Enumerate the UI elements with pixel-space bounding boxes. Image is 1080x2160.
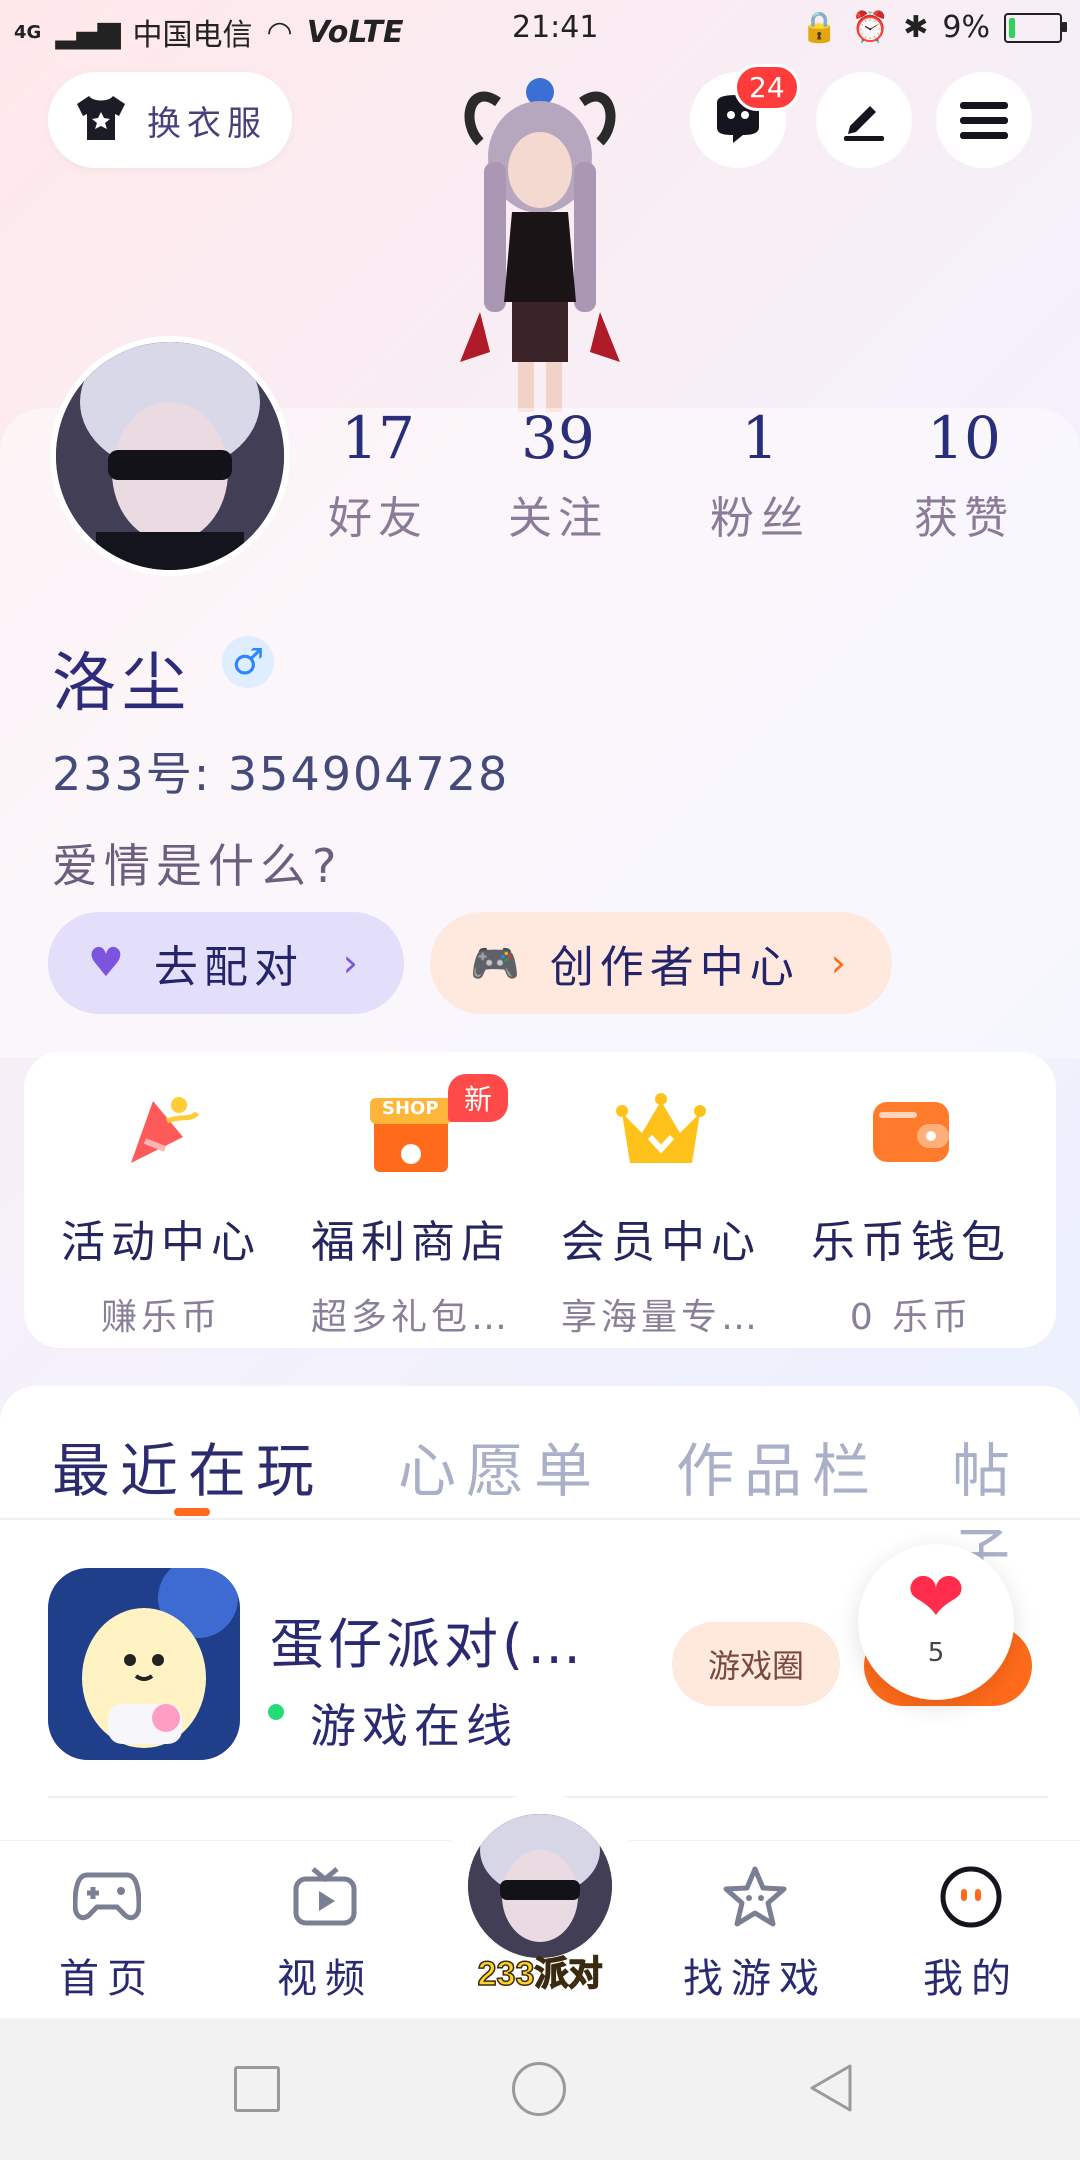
nav-party-avatar[interactable] <box>468 1814 612 1958</box>
change-clothes-button[interactable]: 换衣服 <box>48 72 292 168</box>
shop-sign-text: SHOP <box>382 1098 439 1119</box>
online-indicator <box>268 1704 284 1720</box>
nav-label: 我的 <box>923 1956 1019 2002</box>
wifi-icon: ◠ <box>266 14 293 50</box>
profile-avatar[interactable] <box>50 336 290 576</box>
game-title[interactable]: 蛋仔派对(… <box>270 1600 585 1679</box>
nav-label: 找游戏 <box>683 1956 827 2002</box>
gamepad-icon: 🎮 <box>470 940 526 987</box>
status-time: 21:41 <box>512 10 599 45</box>
nav-home[interactable]: 首页 <box>32 1862 182 2004</box>
gamepad-nav-icon <box>32 1862 182 1932</box>
network-type: 4G <box>14 21 42 43</box>
quick-title: 会员中心 <box>561 1217 761 1268</box>
stat-value: 10 <box>927 404 1001 472</box>
creator-center-button[interactable]: 🎮 创作者中心 › <box>430 912 892 1014</box>
quick-subtitle: 享海量专… <box>560 1297 761 1338</box>
quick-subtitle: 超多礼包… <box>310 1297 511 1338</box>
hamburger-icon <box>960 102 1008 139</box>
nav-me[interactable]: 我的 <box>896 1862 1046 2004</box>
nav-find-games[interactable]: 找游戏 <box>680 1862 830 2004</box>
battery-icon <box>1004 12 1067 43</box>
like-bubble[interactable]: ❤ 5 <box>858 1544 1014 1700</box>
heart-pair-icon: ♥ <box>88 940 130 986</box>
star-face-icon <box>680 1862 830 1932</box>
lock-icon: 🔒 <box>800 10 838 45</box>
volte-label: VoLTE <box>306 14 404 50</box>
crown-icon <box>536 1086 786 1176</box>
tv-play-icon <box>250 1862 400 1932</box>
stat-label: 关注 <box>508 493 608 544</box>
new-tag-badge: 新 <box>448 1074 509 1122</box>
status-left: 4G ▂▄▆ 中国电信 ◠ VoLTE <box>14 10 403 54</box>
system-navigation-bar <box>0 2018 1080 2160</box>
status-bar: 4G ▂▄▆ 中国电信 ◠ VoLTE 21:41 🔒 ⏰ ✱ 9% <box>0 0 1080 60</box>
stat-value: 1 <box>741 404 779 472</box>
stat-fans[interactable]: 1 粉丝 <box>680 404 840 546</box>
nav-video[interactable]: 视频 <box>250 1862 400 2004</box>
quick-subtitle: 0 乐币 <box>849 1297 973 1338</box>
signal-icon: ▂▄▆ <box>55 14 120 50</box>
nav-label: 首页 <box>59 1956 155 2002</box>
like-count: 5 <box>927 1638 945 1668</box>
tab-works[interactable]: 作品栏 <box>676 1424 880 1508</box>
quick-subtitle: 赚乐币 <box>100 1297 221 1338</box>
coin-wallet-item[interactable]: 乐币钱包 0 乐币 <box>786 1086 1036 1340</box>
wallet-icon <box>786 1086 1036 1176</box>
quick-title: 乐币钱包 <box>811 1217 1011 1268</box>
change-clothes-label: 换衣服 <box>147 103 267 144</box>
chevron-right-icon: › <box>342 941 364 985</box>
game-icon-eggy-party[interactable] <box>48 1568 240 1760</box>
tshirt-icon <box>73 94 129 146</box>
party-popper-icon <box>36 1086 286 1176</box>
tabs-divider <box>0 1518 1080 1520</box>
home-circle-icon[interactable] <box>512 2062 566 2116</box>
status-right: 🔒 ⏰ ✱ 9% <box>800 10 1067 45</box>
stat-value: 39 <box>521 404 595 472</box>
activity-center-item[interactable]: 活动中心 赚乐币 <box>36 1086 286 1340</box>
profile-name: 洛尘 <box>52 647 192 721</box>
stat-following[interactable]: 39 关注 <box>478 404 638 546</box>
gender-male-icon: ♂ <box>222 636 274 688</box>
edit-button[interactable] <box>816 72 912 168</box>
match-label: 去配对 <box>153 942 304 993</box>
stat-likes[interactable]: 10 获赞 <box>884 404 1044 546</box>
stat-label: 粉丝 <box>710 493 810 544</box>
stat-label: 获赞 <box>914 493 1014 544</box>
stat-value: 17 <box>341 404 415 472</box>
carrier-name: 中国电信 <box>132 18 253 53</box>
bluetooth-icon: ✱ <box>903 10 929 45</box>
creator-center-label: 创作者中心 <box>549 942 800 993</box>
pencil-icon <box>844 106 884 141</box>
recents-square-icon[interactable] <box>234 2066 280 2112</box>
menu-button[interactable] <box>936 72 1032 168</box>
quick-title: 活动中心 <box>61 1217 261 1268</box>
match-button[interactable]: ♥ 去配对 › <box>48 912 404 1014</box>
back-triangle-icon[interactable] <box>806 2062 854 2118</box>
heart-icon: ❤ <box>906 1556 966 1638</box>
game-circle-button[interactable]: 游戏圈 <box>672 1622 840 1706</box>
chevron-right-icon: › <box>830 941 852 985</box>
game-status: 游戏在线 <box>310 1699 518 1753</box>
stat-friends[interactable]: 17 好友 <box>298 404 458 546</box>
welfare-shop-item[interactable]: SHOP 福利商店 超多礼包… <box>286 1086 536 1340</box>
character-model[interactable] <box>420 62 660 412</box>
message-count-badge: 24 <box>734 64 800 111</box>
battery-percent: 9% <box>942 10 990 45</box>
profile-bio: 爱情是什么? <box>52 839 343 893</box>
nav-party-label[interactable]: 233派对 <box>462 1946 618 1995</box>
tab-wishlist[interactable]: 心愿单 <box>398 1424 602 1508</box>
active-tab-indicator <box>174 1508 210 1516</box>
tab-recent-played[interactable]: 最近在玩 <box>52 1424 324 1508</box>
nav-label: 视频 <box>277 1956 373 2002</box>
stat-label: 好友 <box>328 493 428 544</box>
quick-title: 福利商店 <box>311 1217 511 1268</box>
vip-center-item[interactable]: 会员中心 享海量专… <box>536 1086 786 1340</box>
user-id: 233号: 354904728 <box>52 747 510 801</box>
smiley-face-icon <box>896 1862 1046 1932</box>
alarm-icon: ⏰ <box>851 10 890 45</box>
